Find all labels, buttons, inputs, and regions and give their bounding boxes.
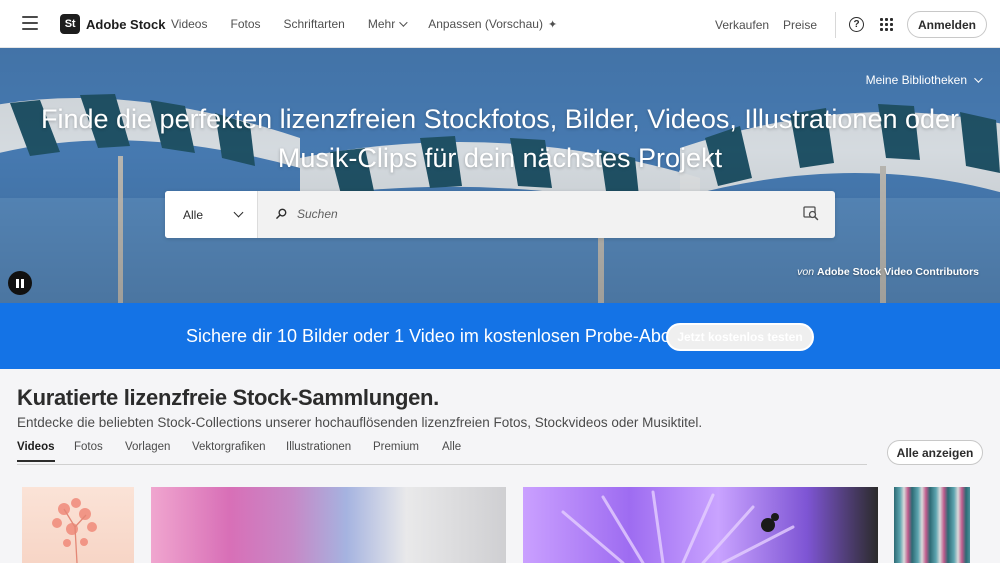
tab-videos[interactable]: Videos <box>17 441 55 462</box>
hero-banner: Meine Bibliotheken Finde die perfekten l… <box>0 48 1000 303</box>
adobe-stock-icon: St <box>60 14 80 34</box>
my-libraries-dropdown[interactable]: Meine Bibliotheken <box>865 73 983 87</box>
nav-verkaufen[interactable]: Verkaufen <box>715 18 769 32</box>
chevron-down-icon <box>233 207 244 218</box>
collections-title: Kuratierte lizenzfreie Stock-Sammlungen. <box>17 385 439 410</box>
credit-prefix: von <box>797 266 815 278</box>
tab-premium[interactable]: Premium <box>373 441 419 460</box>
sparkle-icon: ✦ <box>547 18 558 31</box>
tab-vorlagen[interactable]: Vorlagen <box>125 441 170 460</box>
tab-alle[interactable]: Alle <box>442 441 461 460</box>
chevron-down-icon <box>399 18 408 27</box>
collection-tabs: Videos Fotos Vorlagen Vektorgrafiken Ill… <box>17 441 867 465</box>
search-type-select[interactable]: Alle <box>165 191 258 238</box>
help-icon[interactable]: ? <box>849 17 864 32</box>
tab-illustrationen[interactable]: Illustrationen <box>286 441 351 460</box>
menu-icon[interactable] <box>22 16 38 30</box>
my-libraries-label: Meine Bibliotheken <box>865 73 967 87</box>
collection-thumbnail[interactable] <box>523 487 878 563</box>
brand-logo[interactable]: St Adobe Stock <box>60 14 165 34</box>
nav-anpassen-label: Anpassen (Vorschau) <box>428 17 543 31</box>
tab-fotos[interactable]: Fotos <box>74 441 103 460</box>
search-type-value: Alle <box>183 207 204 222</box>
pink-flower-image <box>52 498 97 563</box>
nav-preise[interactable]: Preise <box>783 18 817 32</box>
collection-thumbnail[interactable] <box>894 487 970 563</box>
free-trial-button[interactable]: Jetzt kostenlos testen <box>666 323 814 351</box>
hero-title-line-1: Finde die perfekten lizenzfreien Stockfo… <box>40 104 960 134</box>
nav-divider <box>835 12 836 38</box>
promo-text: Sichere dir 10 Bilder oder 1 Video im ko… <box>186 326 676 346</box>
pause-icon[interactable] <box>8 271 32 295</box>
nav-schriftarten[interactable]: Schriftarten <box>284 17 345 31</box>
hero-title: Finde die perfekten lizenzfreien Stockfo… <box>0 100 1000 178</box>
nav-mehr[interactable]: Mehr <box>367 17 408 31</box>
show-all-button[interactable]: Alle anzeigen <box>887 440 983 465</box>
collection-thumbnail[interactable] <box>22 487 134 563</box>
nav-videos[interactable]: Videos <box>171 17 207 31</box>
search-input[interactable] <box>297 203 777 225</box>
hero-title-line-2: Musik-Clips für dein nächstes Projekt <box>277 143 723 173</box>
visual-search-icon[interactable] <box>803 206 819 221</box>
collections-subtitle: Entdecke die beliebten Stock-Collections… <box>17 415 703 430</box>
search-field <box>258 191 835 238</box>
nav-fotos[interactable]: Fotos <box>230 17 260 31</box>
nav-anpassen[interactable]: Anpassen (Vorschau) ✦ <box>428 17 557 31</box>
main-nav: Videos Fotos Schriftarten Mehr Anpassen … <box>171 0 580 48</box>
nav-mehr-label: Mehr <box>367 17 396 31</box>
credit-name[interactable]: Adobe Stock Video Contributors <box>817 266 979 278</box>
brand-name: Adobe Stock <box>86 16 166 32</box>
login-button[interactable]: Anmelden <box>907 11 987 38</box>
image-credit: von Adobe Stock Video Contributors <box>797 266 979 278</box>
apps-grid-icon[interactable] <box>880 18 893 31</box>
top-navigation: St Adobe Stock Videos Fotos Schriftarten… <box>0 0 1000 48</box>
search-icon <box>276 208 287 219</box>
tab-vektorgrafiken[interactable]: Vektorgrafiken <box>192 441 266 460</box>
collection-thumbnail[interactable] <box>151 487 506 563</box>
search-bar: Alle <box>165 191 835 238</box>
promo-banner: Sichere dir 10 Bilder oder 1 Video im ko… <box>0 303 1000 369</box>
purple-flower-image <box>561 490 795 563</box>
